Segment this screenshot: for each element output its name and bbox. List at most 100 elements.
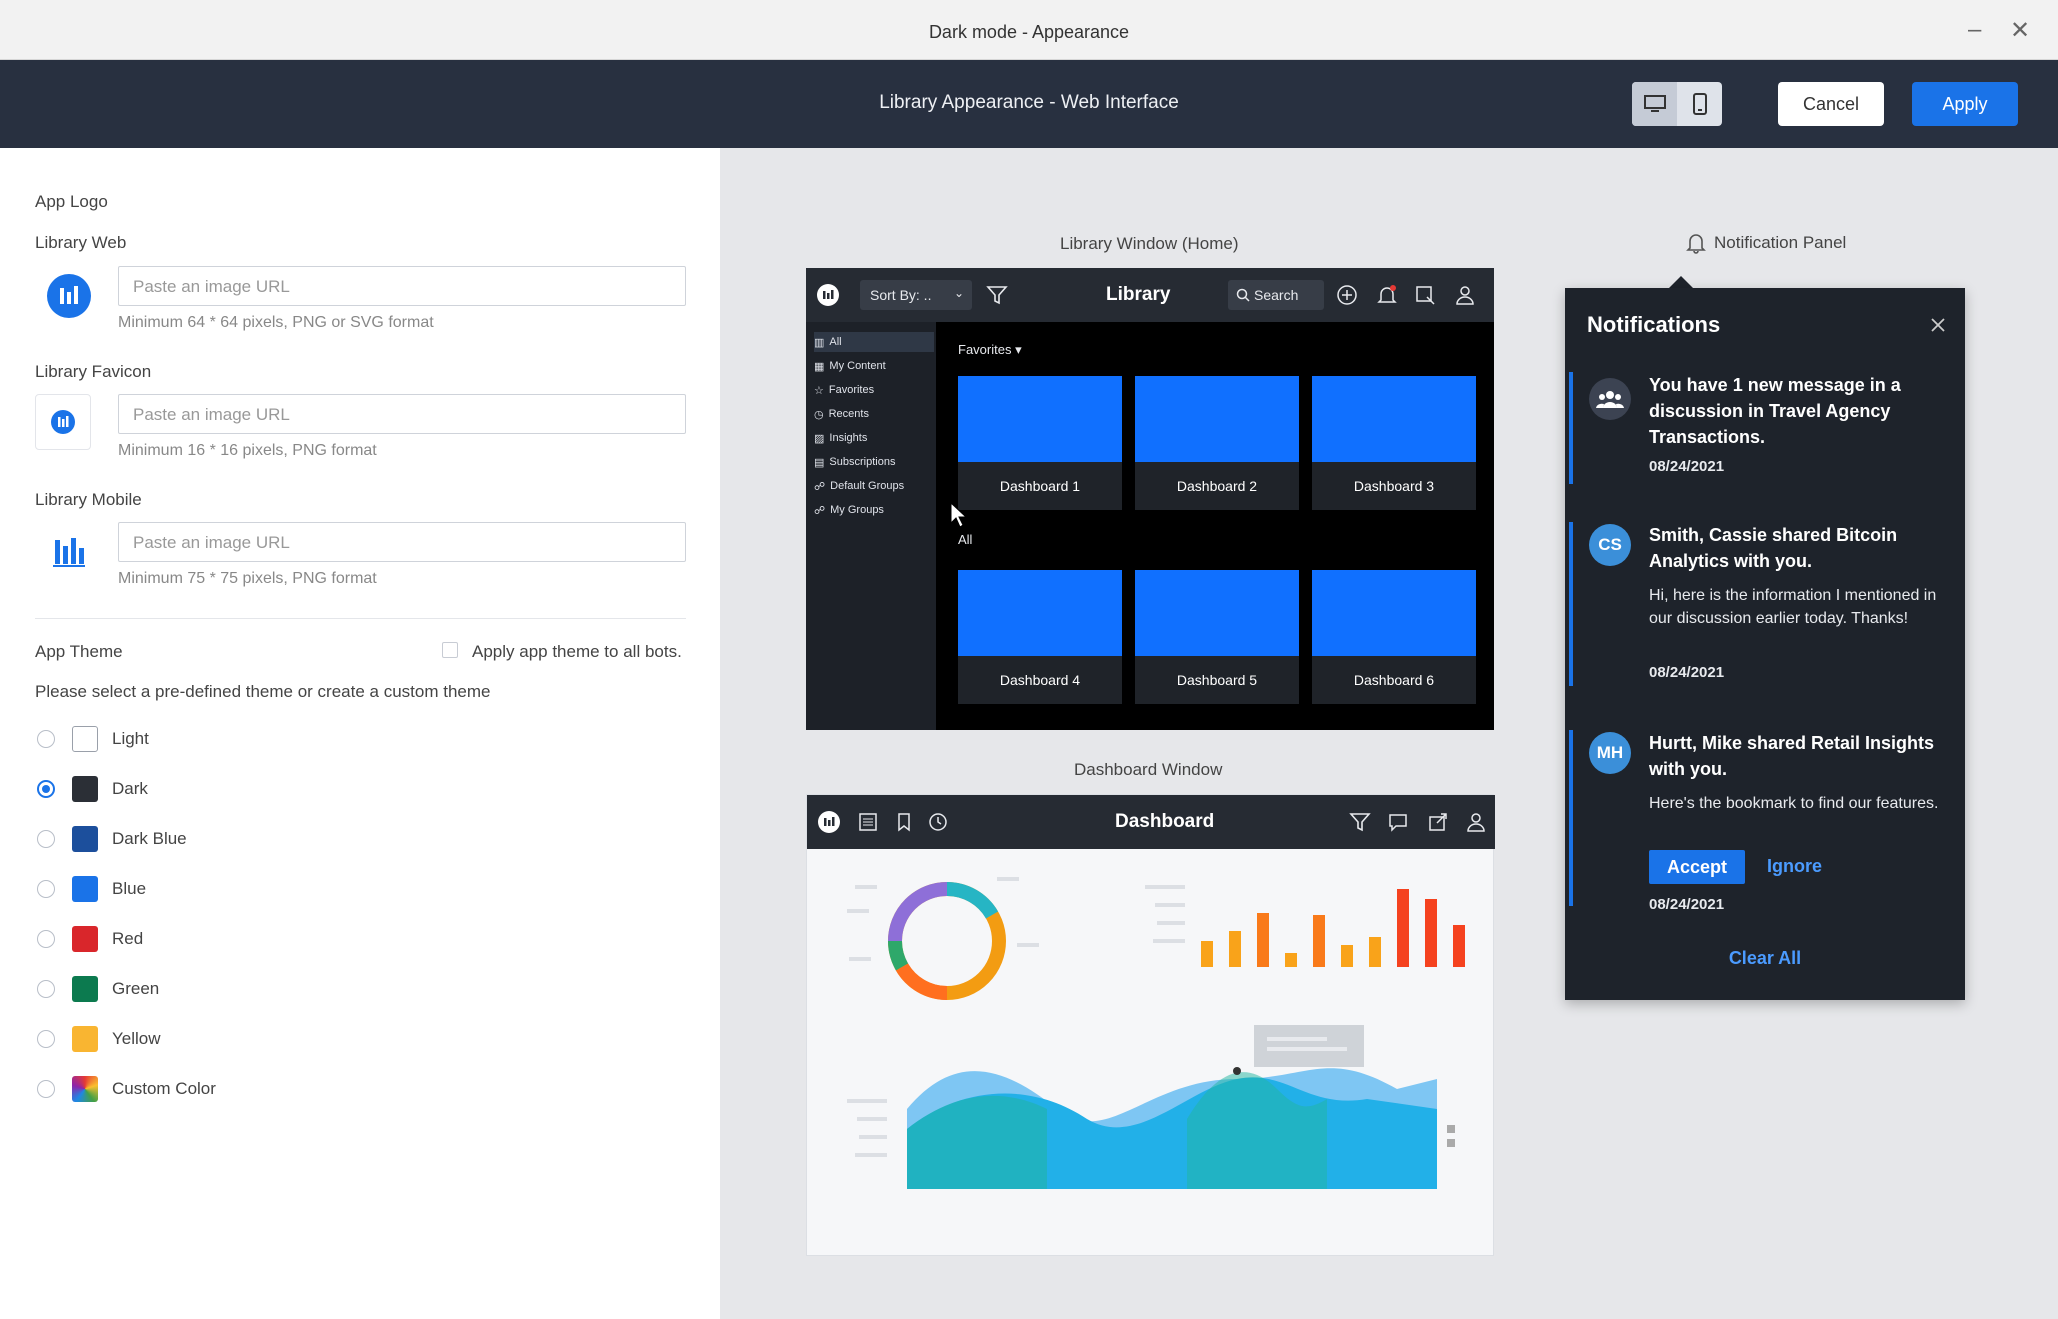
sidebar-item-label: Insights: [829, 432, 868, 444]
share-icon[interactable]: [1427, 811, 1449, 833]
avatar: CS: [1589, 524, 1631, 566]
theme-radio-light[interactable]: [37, 730, 55, 748]
theme-radio-blue[interactable]: [37, 880, 55, 898]
unread-indicator: [1569, 522, 1573, 686]
dashboard-card[interactable]: Dashboard 6: [1312, 570, 1476, 704]
theme-radio-custom-color[interactable]: [37, 1080, 55, 1098]
library-mobile-url-input[interactable]: Paste an image URL: [118, 522, 686, 562]
dashboard-card-label: Dashboard 5: [1176, 672, 1258, 688]
dashboard-toolbar: Dashboard: [807, 795, 1495, 849]
sidebar-item-all[interactable]: ▥ All: [814, 332, 934, 352]
theme-radio-dark[interactable]: [37, 780, 55, 798]
notifications-title: Notifications: [1587, 312, 1721, 337]
library-toolbar: Sort By: .. ⌄ Library Search: [806, 268, 1494, 322]
minimize-button[interactable]: –: [1968, 16, 1981, 44]
dashboard-card-label: Dashboard 6: [1353, 672, 1435, 688]
unread-indicator: [1569, 730, 1573, 906]
dashboard-card[interactable]: Dashboard 3: [1312, 376, 1476, 510]
cancel-button[interactable]: Cancel: [1778, 82, 1884, 126]
theme-radio-green[interactable]: [37, 980, 55, 998]
dashboard-card[interactable]: Dashboard 1: [958, 376, 1122, 510]
sidebar-item-default-groups[interactable]: ☍ Default Groups: [814, 476, 934, 496]
sidebar-item-my-groups[interactable]: ☍ My Groups: [814, 500, 934, 520]
account-icon[interactable]: [1414, 284, 1436, 306]
library-web-label: Library Web: [35, 233, 127, 252]
sidebar-item-recents[interactable]: ◷ Recents: [814, 404, 934, 424]
sidebar-item-subscriptions[interactable]: ▤ Subscriptions: [814, 452, 934, 472]
mouse-cursor-icon: [950, 502, 968, 528]
sidebar-item-icon: ☍: [814, 504, 826, 517]
accept-button[interactable]: Accept: [1649, 850, 1745, 884]
library-mobile-hint: Minimum 75 * 75 pixels, PNG format: [118, 570, 377, 587]
sidebar-item-icon: ▨: [814, 432, 825, 445]
dashboard-card-label: Dashboard 2: [1176, 478, 1258, 494]
theme-radio-dark-blue[interactable]: [37, 830, 55, 848]
dashboard-card[interactable]: Dashboard 5: [1135, 570, 1299, 704]
sidebar-item-icon: ▦: [814, 360, 825, 373]
avatar: MH: [1589, 732, 1631, 774]
theme-radio-red[interactable]: [37, 930, 55, 948]
toc-icon[interactable]: [857, 811, 879, 833]
sidebar-item-favorites[interactable]: ☆ Favorites: [814, 380, 934, 400]
library-web-url-input[interactable]: Paste an image URL: [118, 266, 686, 306]
sidebar-item-label: My Content: [829, 360, 886, 372]
sidebar-item-insights[interactable]: ▨ Insights: [814, 428, 934, 448]
ignore-button[interactable]: Ignore: [1767, 856, 1822, 877]
close-button[interactable]: ✕: [2010, 16, 2030, 45]
dashboard-card[interactable]: Dashboard 2: [1135, 376, 1299, 510]
mobile-view-button[interactable]: [1677, 82, 1722, 126]
notification-panel-caption-text: Notification Panel: [1714, 233, 1847, 252]
sort-dropdown[interactable]: Sort By: .. ⌄: [860, 280, 972, 310]
user-icon[interactable]: [1465, 811, 1487, 833]
theme-name: Dark Blue: [112, 829, 187, 848]
theme-name: Blue: [112, 879, 147, 898]
theme-swatch[interactable]: [72, 876, 98, 902]
filter-icon[interactable]: [986, 284, 1008, 306]
library-search-label: Search: [1254, 287, 1299, 303]
sidebar-item-icon: ◷: [814, 408, 824, 421]
notification-bell-icon[interactable]: [1376, 284, 1398, 306]
sidebar-item-my-content[interactable]: ▦ My Content: [814, 356, 934, 376]
library-mobile-icon: [53, 538, 85, 567]
dashboard-card[interactable]: Dashboard 4: [958, 570, 1122, 704]
dashboard-thumbnail: [958, 570, 1122, 656]
favorites-label: Favorites ▾: [958, 342, 1022, 357]
theme-swatch[interactable]: [72, 726, 98, 752]
library-window-caption: Library Window (Home): [1060, 234, 1239, 253]
library-search[interactable]: Search: [1228, 280, 1324, 310]
filter-icon[interactable]: [1349, 811, 1371, 833]
comment-icon[interactable]: [1387, 811, 1409, 833]
dashboard-card-label: Dashboard 1: [999, 478, 1081, 494]
close-icon[interactable]: [1929, 316, 1947, 334]
notification-date: 08/24/2021: [1649, 664, 1725, 681]
bookmark-icon[interactable]: [893, 811, 915, 833]
search-icon: [1236, 288, 1250, 302]
dashboard-thumbnail: [1135, 376, 1299, 462]
theme-swatch[interactable]: [72, 1076, 98, 1102]
library-favicon-icon: [51, 410, 75, 434]
user-icon[interactable]: [1454, 284, 1476, 306]
sidebar-item-icon: ☍: [814, 480, 826, 493]
notification-body: Here's the bookmark to find our features…: [1649, 795, 1939, 812]
add-icon[interactable]: [1336, 284, 1358, 306]
desktop-view-button[interactable]: [1632, 82, 1677, 126]
library-favicon-hint: Minimum 16 * 16 pixels, PNG format: [118, 442, 377, 459]
chevron-down-icon: ⌄: [953, 286, 964, 300]
sidebar-item-label: Subscriptions: [829, 456, 896, 468]
theme-swatch[interactable]: [72, 926, 98, 952]
library-mobile-label: Library Mobile: [35, 490, 142, 509]
sidebar-item-label: Recents: [828, 408, 869, 420]
theme-swatch[interactable]: [72, 1026, 98, 1052]
dashboard-card-label: Dashboard 4: [999, 672, 1081, 688]
theme-swatch[interactable]: [72, 826, 98, 852]
notification-panel: Notifications You have 1 new message in …: [1565, 288, 1965, 1000]
apply-theme-all-checkbox[interactable]: [442, 642, 458, 658]
dashboard-thumbnail: [958, 376, 1122, 462]
clear-all-button[interactable]: Clear All: [1565, 948, 1965, 969]
apply-button[interactable]: Apply: [1912, 82, 2018, 126]
theme-swatch[interactable]: [72, 976, 98, 1002]
theme-swatch[interactable]: [72, 776, 98, 802]
history-icon[interactable]: [927, 811, 949, 833]
library-favicon-url-input[interactable]: Paste an image URL: [118, 394, 686, 434]
theme-radio-yellow[interactable]: [37, 1030, 55, 1048]
